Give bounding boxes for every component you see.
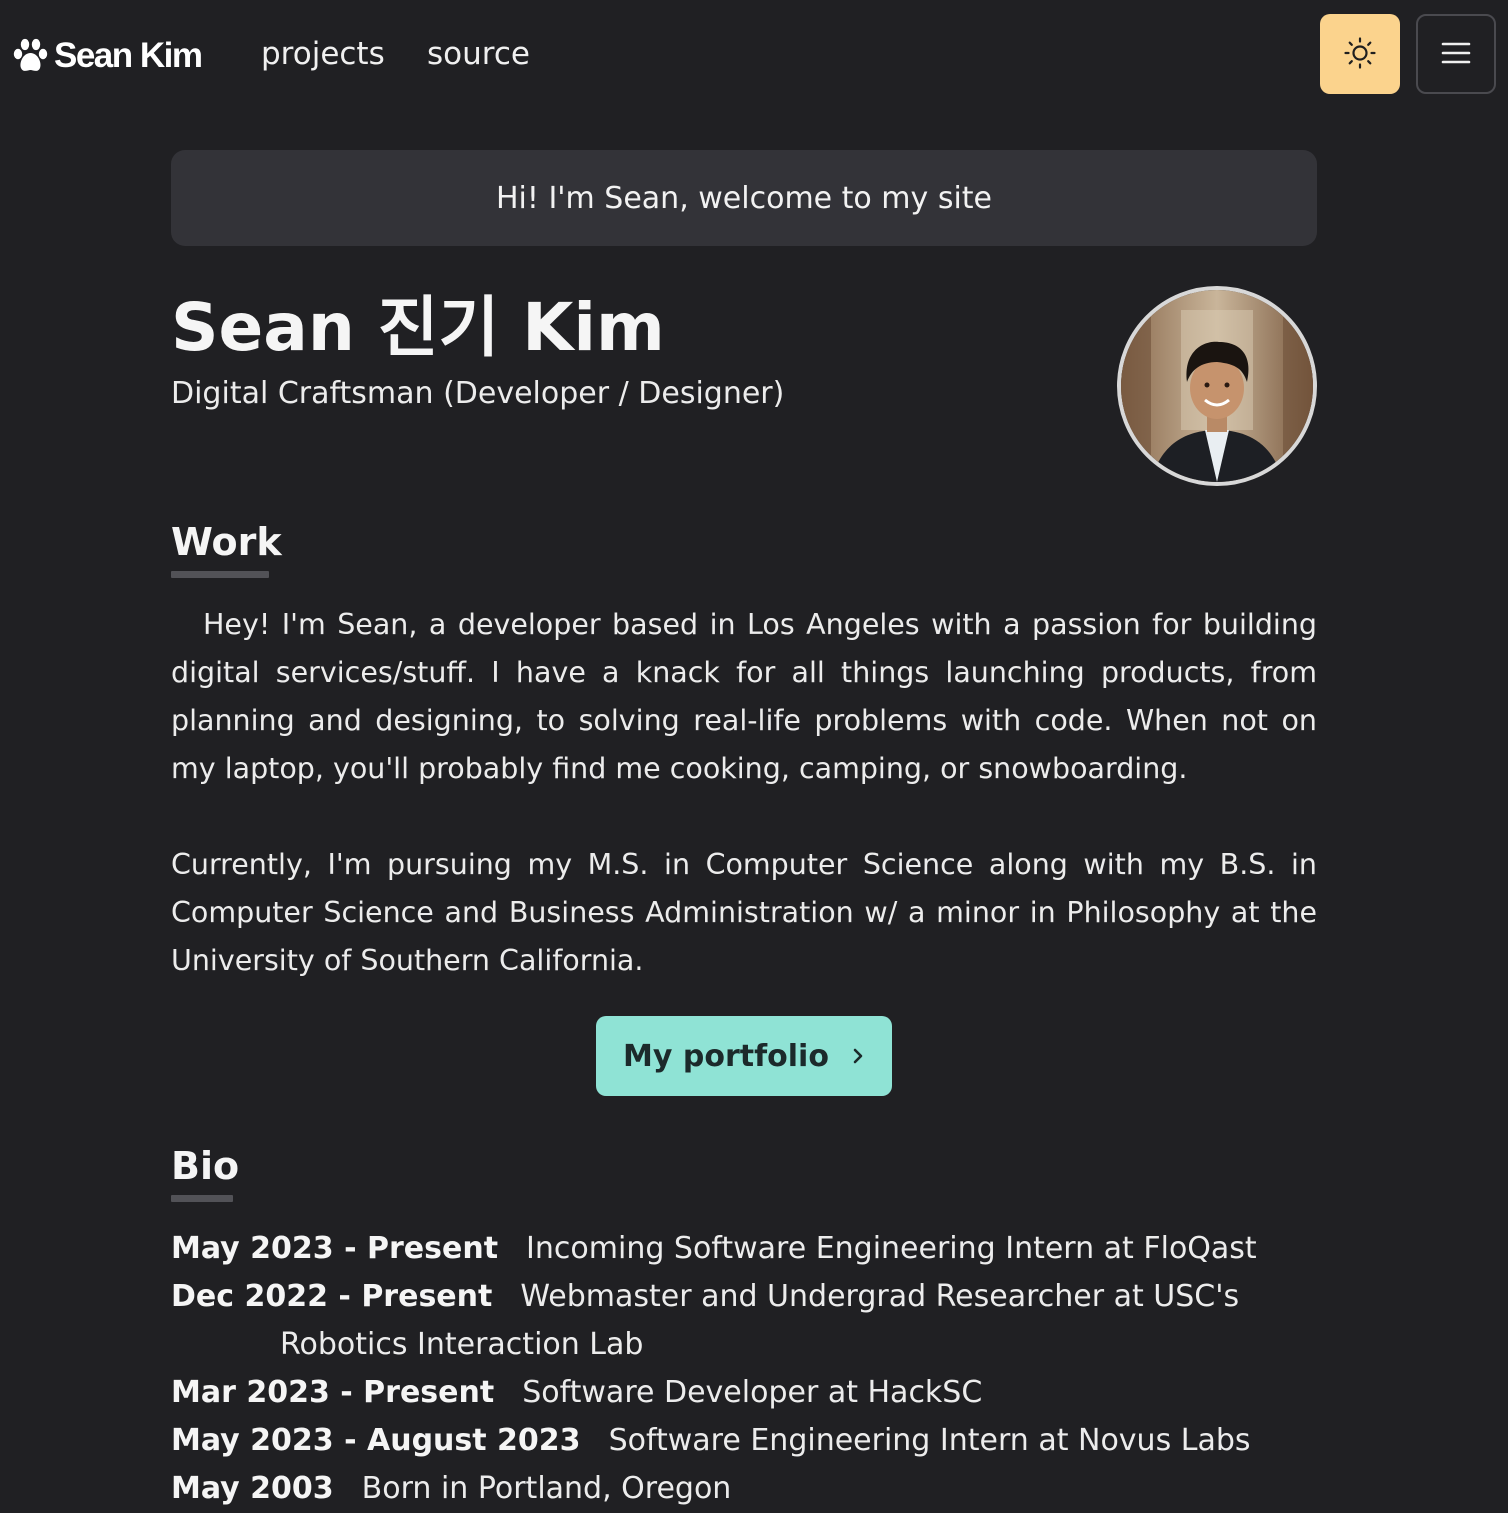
work-paragraph-education: Currently, I'm pursuing my M.S. in Compu… [171, 848, 1317, 977]
work-section-title: Work [171, 520, 282, 564]
bio-entry-date: Mar 2023 - Present [171, 1375, 495, 1410]
profile-name: Sean 진기 Kim [171, 289, 665, 366]
profile-subtitle: Digital Craftsman (Developer / Designer) [171, 376, 785, 411]
sun-icon [1343, 36, 1377, 73]
welcome-banner: Hi! I'm Sean, welcome to my site [171, 150, 1317, 246]
bio-entry-date: Dec 2022 - Present [171, 1279, 493, 1314]
bio-list: May 2023 - Present Incoming Software Engi… [171, 1225, 1317, 1513]
bio-entry: Dec 2022 - Present Webmaster and Undergra… [171, 1273, 1317, 1369]
bio-entry-text: Born in Portland, Oregon [361, 1471, 732, 1506]
bio-entry-text: Software Developer at HackSC [522, 1375, 983, 1410]
bio-entry-date: May 2003 [171, 1471, 334, 1506]
portfolio-button-label: My portfolio [623, 1038, 829, 1074]
bio-entry: Mar 2023 - Present Software Developer at … [171, 1369, 1317, 1417]
bio-entry-text: Incoming Software Engineering Intern at … [526, 1231, 1257, 1266]
menu-button[interactable] [1416, 14, 1496, 94]
bio-entry: May 2023 - Present Incoming Software Engi… [171, 1225, 1317, 1273]
bio-entry-text: Software Engineering Intern at Novus Lab… [608, 1423, 1251, 1458]
paw-icon [12, 38, 50, 74]
welcome-text: Hi! I'm Sean, welcome to my site [495, 180, 993, 216]
bio-title-underline [171, 1195, 233, 1202]
work-paragraph-intro: Hey! I'm Sean, a developer based in Los … [171, 608, 1317, 785]
portfolio-button[interactable]: My portfolio [596, 1016, 892, 1096]
top-nav: Sean Kim projects source [0, 0, 1508, 110]
bio-section-title: Bio [171, 1144, 240, 1188]
logo-text: Sean Kim [54, 36, 203, 75]
bio-entry: May 2023 - August 2023 Software Engineeri… [171, 1417, 1317, 1465]
bio-entry: May 2003 Born in Portland, Oregon [171, 1465, 1317, 1513]
nav-link-projects[interactable]: projects [261, 36, 385, 72]
chevron-right-icon [851, 1039, 865, 1074]
nav-link-source[interactable]: source [427, 36, 530, 72]
bio-entry-date: May 2023 - Present [171, 1231, 499, 1266]
bio-entry-date: May 2023 - August 2023 [171, 1423, 581, 1458]
hamburger-menu-icon [1441, 41, 1471, 68]
profile-avatar [1117, 286, 1317, 486]
theme-toggle-button[interactable] [1320, 14, 1400, 94]
work-title-underline [171, 571, 269, 578]
site-logo-link[interactable]: Sean Kim [12, 36, 203, 76]
